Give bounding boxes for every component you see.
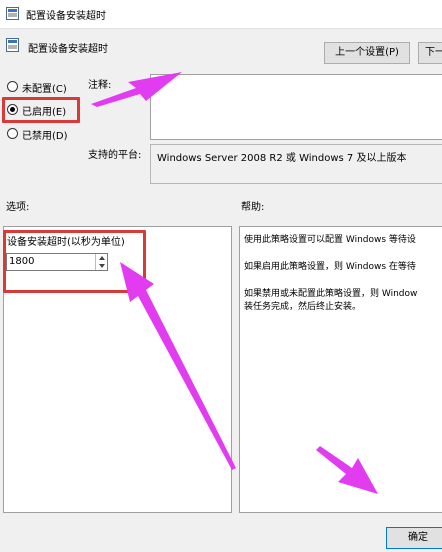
annotation-arrow-icon xyxy=(91,72,182,107)
annotation-overlay xyxy=(91,72,378,494)
annotation-arrow-icon xyxy=(316,446,378,494)
annotation-arrow-icon xyxy=(120,262,236,470)
